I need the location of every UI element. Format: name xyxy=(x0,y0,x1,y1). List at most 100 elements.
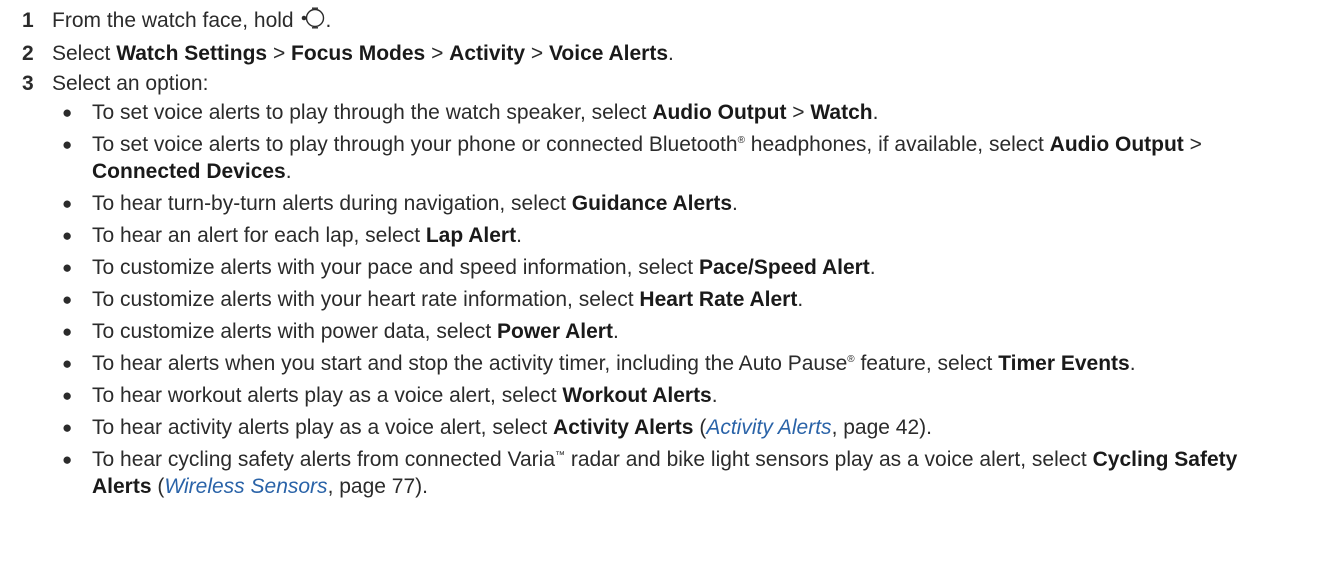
step-text-part: From the watch face, hold xyxy=(52,9,300,32)
step-number: 1 xyxy=(22,9,34,32)
bullet-icon: ● xyxy=(62,418,73,437)
bullet-icon: ● xyxy=(62,103,73,122)
step-text-part: Select xyxy=(52,42,117,65)
text-run: , page 77). xyxy=(327,475,428,498)
menu-option: Audio Output xyxy=(1049,133,1184,156)
step-text: Select an option: xyxy=(52,72,209,95)
menu-option: Pace/Speed Alert xyxy=(698,256,870,279)
cross-reference-link[interactable]: Activity Alerts xyxy=(706,416,831,439)
menu-option: Guidance Alerts xyxy=(571,192,733,215)
manual-page: 1 From the watch face, hold . 2 Select W… xyxy=(0,0,1321,570)
step-text-part: . xyxy=(668,42,674,65)
option-text: To customize alerts with your pace and s… xyxy=(92,254,1321,281)
bullet-icon: ● xyxy=(62,450,73,469)
text-run: headphones, if available, select xyxy=(744,133,1050,156)
bullet-icon: ● xyxy=(62,354,73,373)
trademark-symbol: ® xyxy=(737,135,745,146)
step-text: From the watch face, hold . xyxy=(52,6,1321,39)
step-text: Select Watch Settings > Focus Modes > Ac… xyxy=(52,39,1321,69)
option-text: To customize alerts with power data, sel… xyxy=(92,318,1321,345)
text-run: feature, select xyxy=(854,352,999,375)
option-item: ● To hear alerts when you start and stop… xyxy=(62,350,1321,377)
option-item: ● To customize alerts with your pace and… xyxy=(62,254,1321,281)
bullet-icon: ● xyxy=(62,322,73,341)
text-run: To customize alerts with your pace and s… xyxy=(92,256,699,279)
option-item: ● To hear activity alerts play as a voic… xyxy=(62,414,1321,441)
option-text: To set voice alerts to play through the … xyxy=(92,99,1321,126)
text-run: > xyxy=(1183,133,1202,156)
option-item: ● To hear turn-by-turn alerts during nav… xyxy=(62,190,1321,217)
bullet-icon: ● xyxy=(62,258,73,277)
text-run: To hear activity alerts play as a voice … xyxy=(92,416,554,439)
text-run: To set voice alerts to play through the … xyxy=(92,101,653,124)
text-run: . xyxy=(285,160,292,183)
bullet-icon: ● xyxy=(62,135,73,154)
option-item: ● To hear cycling safety alerts from con… xyxy=(62,446,1321,500)
option-item: ● To hear workout alerts play as a voice… xyxy=(62,382,1321,409)
trademark-symbol: ™ xyxy=(555,450,565,461)
option-text: To set voice alerts to play through your… xyxy=(92,131,1321,185)
menu-option: Lap Alert xyxy=(425,224,517,247)
text-run: To hear an alert for each lap, select xyxy=(92,224,426,247)
option-text: To hear turn-by-turn alerts during navig… xyxy=(92,190,1321,217)
bullet-icon: ● xyxy=(62,290,73,309)
step-text-part: . xyxy=(325,9,332,32)
text-run: > xyxy=(786,101,811,124)
trademark-symbol: ® xyxy=(847,354,855,365)
bullet-icon: ● xyxy=(62,386,73,405)
text-run: ( xyxy=(151,475,165,498)
step-number: 3 xyxy=(22,72,34,95)
watch-button-icon xyxy=(301,6,325,39)
menu-option: Power Alert xyxy=(497,320,613,343)
menu-separator: > xyxy=(525,42,549,65)
step-3: 3 Select an option: xyxy=(22,69,1321,99)
menu-option: Heart Rate Alert xyxy=(639,288,798,311)
option-text: To customize alerts with your heart rate… xyxy=(92,286,1321,313)
text-run: To hear alerts when you start and stop t… xyxy=(92,352,848,375)
text-run: . xyxy=(1129,352,1136,375)
menu-option: Activity Alerts xyxy=(553,416,694,439)
text-run: . xyxy=(872,101,879,124)
text-run: . xyxy=(797,288,804,311)
text-run: To hear turn-by-turn alerts during navig… xyxy=(92,192,572,215)
bullet-icon: ● xyxy=(62,226,73,245)
option-text: To hear alerts when you start and stop t… xyxy=(92,350,1321,377)
menu-option: Audio Output xyxy=(652,101,787,124)
option-text: To hear activity alerts play as a voice … xyxy=(92,414,1321,441)
text-run: To hear cycling safety alerts from conne… xyxy=(92,448,555,471)
text-run: To customize alerts with power data, sel… xyxy=(92,320,498,343)
option-item: ● To set voice alerts to play through yo… xyxy=(62,131,1321,185)
menu-path-voice-alerts: Voice Alerts xyxy=(548,42,669,65)
menu-separator: > xyxy=(267,42,292,65)
menu-option: Watch xyxy=(810,101,873,124)
text-run: ( xyxy=(693,416,707,439)
option-item: ● To customize alerts with power data, s… xyxy=(62,318,1321,345)
text-run: . xyxy=(869,256,876,279)
menu-path-focus-modes: Focus Modes xyxy=(291,42,426,65)
bullet-icon: ● xyxy=(62,194,73,213)
option-text: To hear workout alerts play as a voice a… xyxy=(92,382,1321,409)
cross-reference-link[interactable]: Wireless Sensors xyxy=(164,475,327,498)
menu-path-watch-settings: Watch Settings xyxy=(116,42,268,65)
option-item: ● To customize alerts with your heart ra… xyxy=(62,286,1321,313)
text-run: radar and bike light sensors play as a v… xyxy=(565,448,1093,471)
menu-option: Workout Alerts xyxy=(562,384,712,407)
text-run: , page 42). xyxy=(831,416,932,439)
option-text: To hear an alert for each lap, select La… xyxy=(92,222,1321,249)
option-text: To hear cycling safety alerts from conne… xyxy=(92,446,1321,500)
step-2: 2 Select Watch Settings > Focus Modes > … xyxy=(22,39,1321,69)
text-run: To customize alerts with your heart rate… xyxy=(92,288,640,311)
menu-separator: > xyxy=(425,42,450,65)
menu-path-activity: Activity xyxy=(449,42,526,65)
text-run: To hear workout alerts play as a voice a… xyxy=(92,384,563,407)
step-number: 2 xyxy=(22,42,34,65)
option-item: ● To set voice alerts to play through th… xyxy=(62,99,1321,126)
option-list: ● To set voice alerts to play through th… xyxy=(62,99,1321,500)
menu-option: Connected Devices xyxy=(92,160,286,183)
step-1: 1 From the watch face, hold . xyxy=(22,6,1321,39)
text-run: . xyxy=(732,192,738,215)
text-run: . xyxy=(516,224,522,247)
text-run: To set voice alerts to play through your… xyxy=(92,133,738,156)
menu-option: Timer Events xyxy=(998,352,1130,375)
option-item: ● To hear an alert for each lap, select … xyxy=(62,222,1321,249)
